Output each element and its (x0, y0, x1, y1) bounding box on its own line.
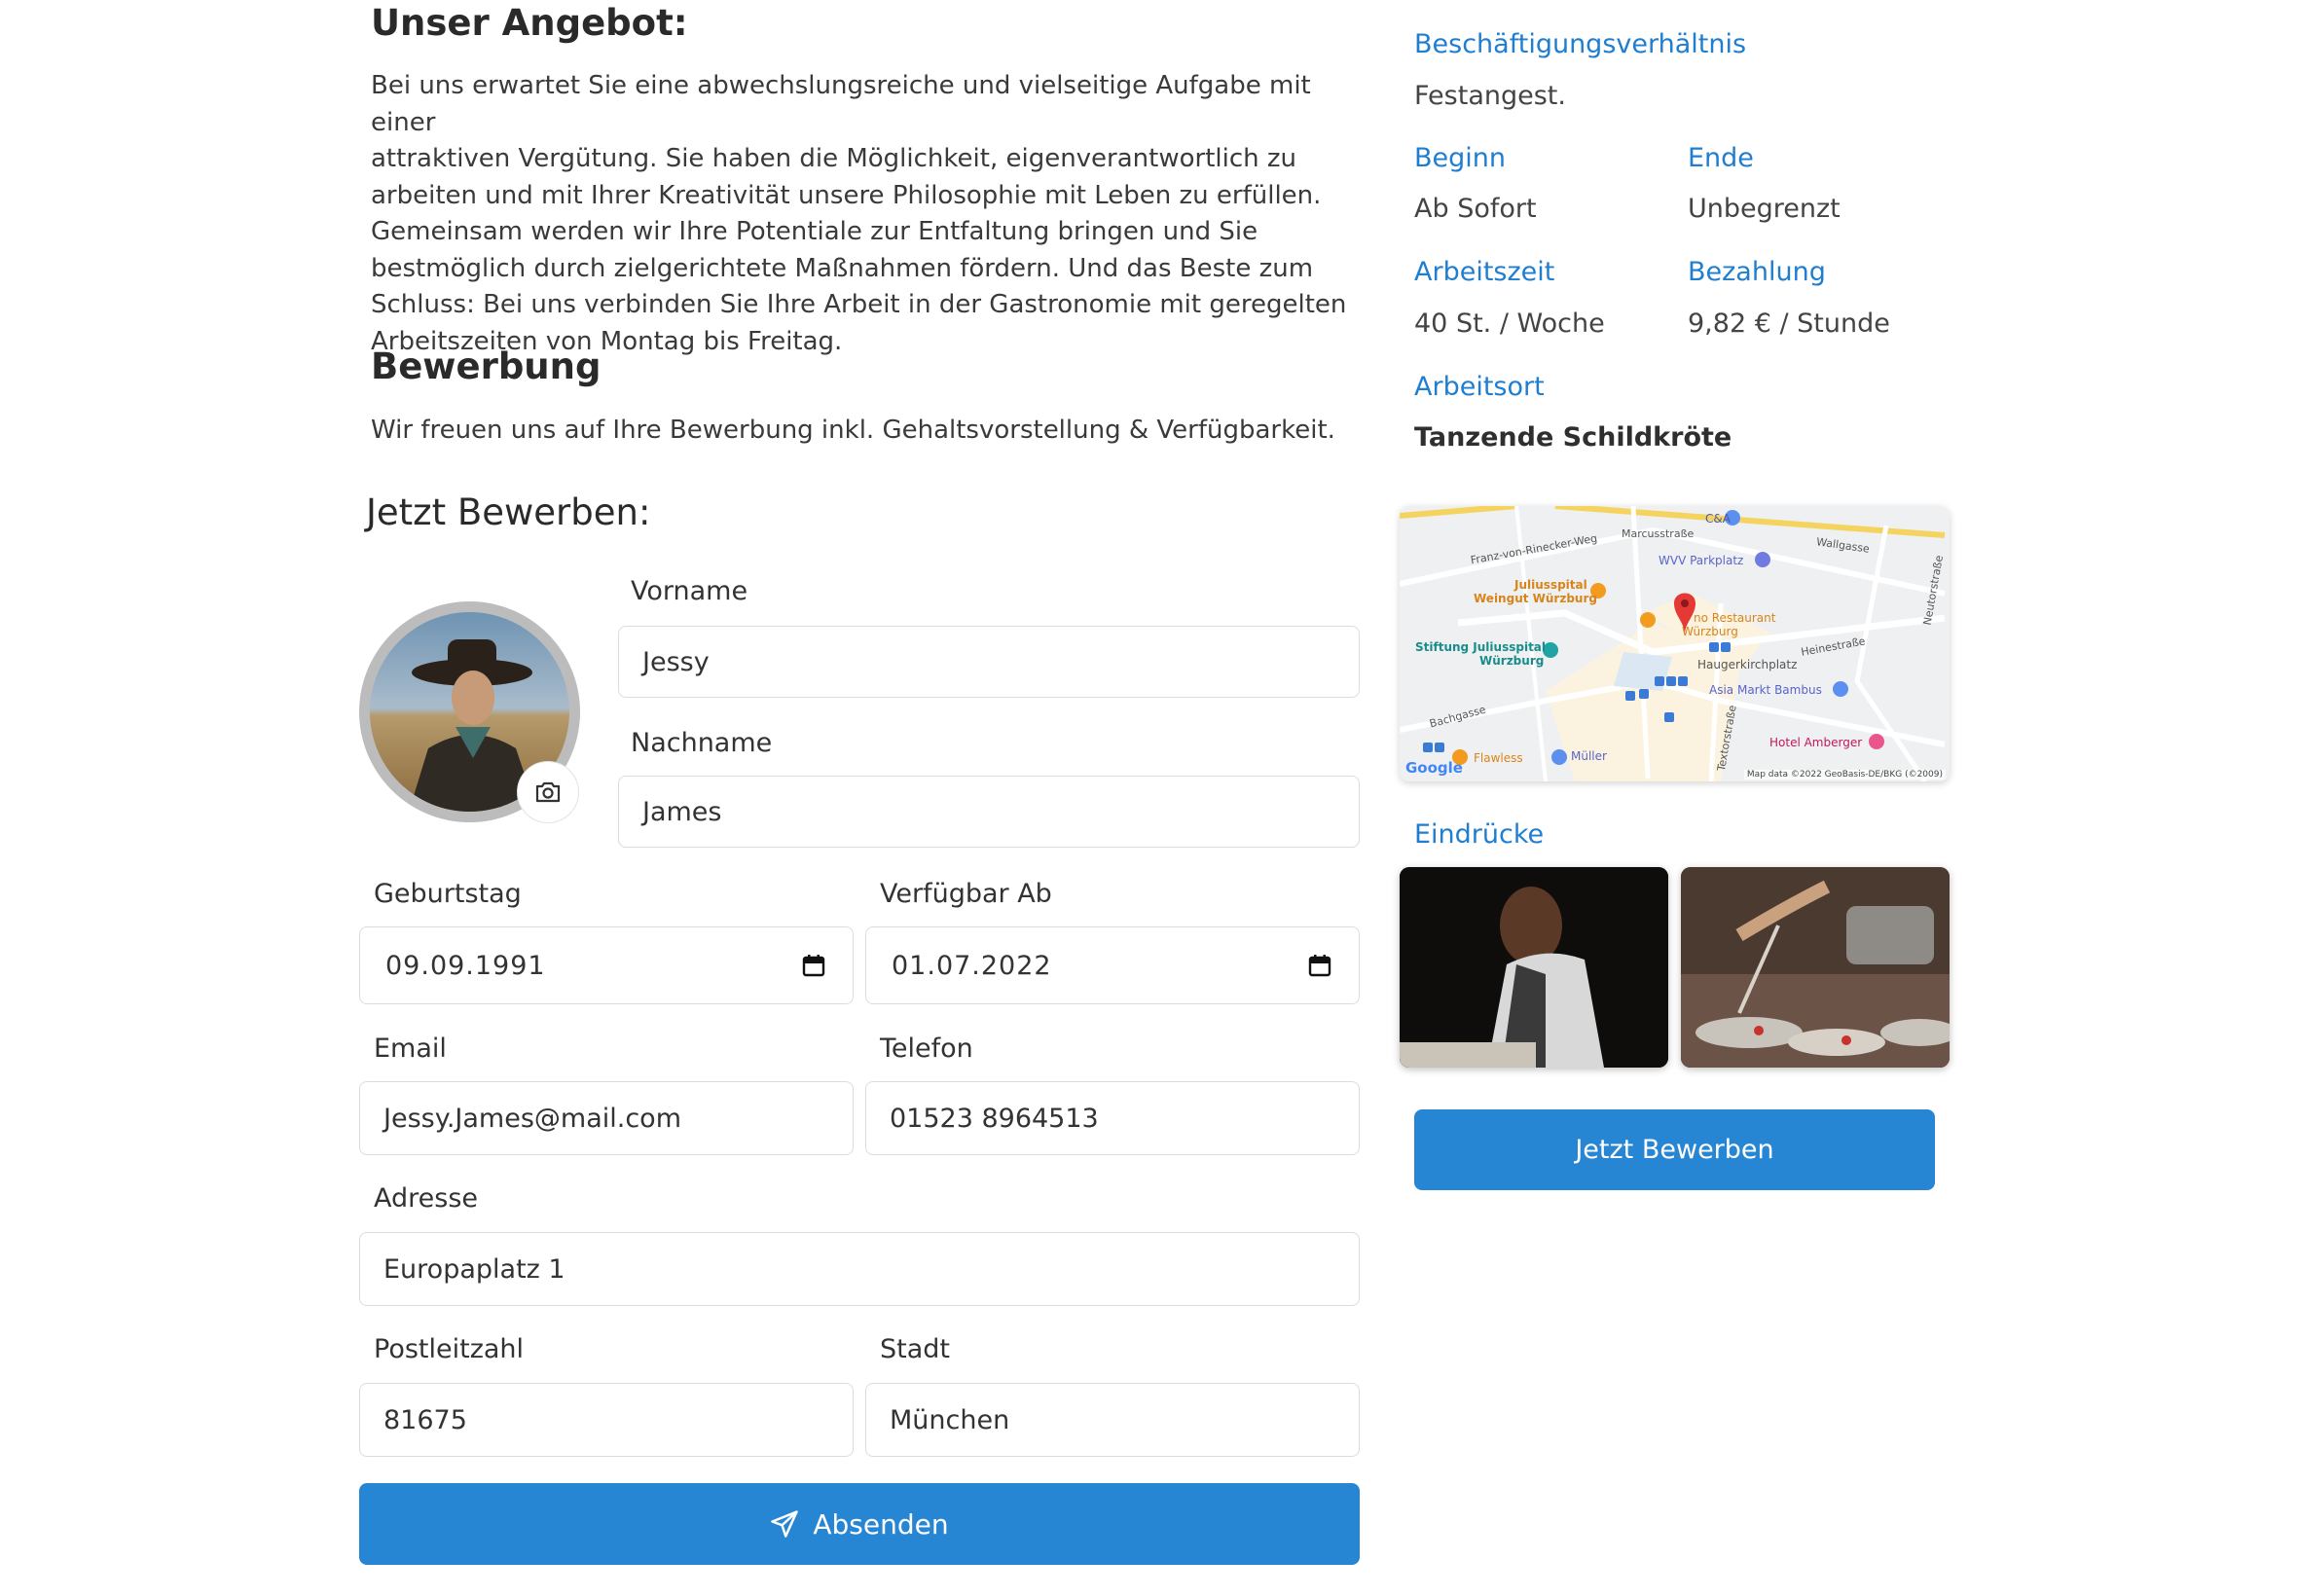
available-from-value: 01.07.2022 (892, 950, 1052, 981)
pay-value: 9,82 € / Stunde (1688, 308, 1890, 339)
kitchen-image (1681, 867, 1950, 1068)
submit-label: Absenden (813, 1507, 949, 1541)
email-value: Jessy.James@mail.com (383, 1103, 682, 1134)
offer-line: Gemeinsam werden wir Ihre Potentiale zur… (371, 217, 1258, 246)
offer-line: Schluss: Bei uns verbinden Sie Ihre Arbe… (371, 290, 1347, 319)
map-attribution: Map data ©2022 GeoBasis-DE/BKG (©2009) (1743, 770, 1946, 780)
offer-heading: Unser Angebot: (371, 2, 688, 44)
location-map[interactable]: C&A Marcusstraße Franz-von-Rinecker-Weg … (1400, 506, 1950, 781)
map-label-stiftung-city: Würzburg (1479, 654, 1545, 668)
birthday-value: 09.09.1991 (385, 950, 546, 981)
camera-icon (535, 781, 561, 803)
camera-button[interactable] (517, 761, 579, 823)
calendar-icon[interactable] (1308, 954, 1331, 977)
last-name-input[interactable]: James (618, 776, 1360, 848)
location-value: Tanzende Schildkröte (1414, 422, 1732, 453)
map-label-flawless: Flawless (1474, 751, 1523, 765)
google-logo: Google (1405, 759, 1463, 777)
end-label: Ende (1688, 143, 1754, 173)
form-heading: Jetzt Bewerben: (366, 491, 651, 533)
employment-label: Beschäftigungsverhältnis (1414, 29, 1747, 59)
offer-line: attraktiven Vergütung. Sie haben die Mög… (371, 144, 1297, 173)
impressions-label: Eindrücke (1414, 819, 1545, 850)
first-name-label: Vorname (631, 576, 748, 606)
offer-line: arbeiten und mit Ihrer Kreativität unser… (371, 180, 1322, 210)
map-label-hotel: Hotel Amberger (1769, 736, 1863, 749)
start-value: Ab Sofort (1414, 194, 1537, 224)
pay-label: Bezahlung (1688, 257, 1826, 287)
phone-field[interactable]: 01523 8964513 (865, 1081, 1360, 1155)
zip-value: 81675 (383, 1404, 467, 1435)
map-label-ca: C&A (1705, 512, 1731, 526)
location-label: Arbeitsort (1414, 372, 1545, 402)
map-label-asia: Asia Markt Bambus (1709, 683, 1822, 697)
zip-field[interactable]: 81675 (359, 1383, 854, 1457)
address-field[interactable]: Europaplatz 1 (359, 1232, 1360, 1306)
submit-button[interactable]: Absenden (359, 1483, 1360, 1565)
last-name-label: Nachname (631, 728, 773, 758)
city-label: Stadt (880, 1334, 950, 1364)
map-label-marcus: Marcusstraße (1622, 527, 1695, 540)
calendar-icon[interactable] (802, 954, 825, 977)
birthday-label: Geburtstag (374, 879, 522, 909)
zip-label: Postleitzahl (374, 1334, 525, 1364)
hours-label: Arbeitszeit (1414, 257, 1555, 287)
chef-image (1400, 867, 1668, 1068)
application-heading: Bewerbung (371, 345, 602, 387)
map-label-stiftung: Stiftung Juliusspital (1415, 640, 1547, 654)
start-label: Beginn (1414, 143, 1506, 173)
address-value: Europaplatz 1 (383, 1253, 565, 1285)
phone-value: 01523 8964513 (890, 1103, 1099, 1134)
first-name-value: Jessy (642, 646, 710, 677)
birthday-input[interactable]: 09.09.1991 (359, 926, 854, 1004)
available-from-input[interactable]: 01.07.2022 (865, 926, 1360, 1004)
address-label: Adresse (374, 1183, 478, 1214)
email-field[interactable]: Jessy.James@mail.com (359, 1081, 854, 1155)
apply-button[interactable]: Jetzt Bewerben (1414, 1109, 1935, 1190)
city-field[interactable]: München (865, 1383, 1360, 1457)
offer-line: Bei uns erwartet Sie eine abwechslungsre… (371, 71, 1311, 137)
map-label-weingut: Weingut Würzburg (1474, 592, 1597, 605)
city-value: München (890, 1404, 1010, 1435)
map-label-juliusspital: Juliusspital (1514, 578, 1587, 592)
offer-text: Bei uns erwartet Sie eine abwechslungsre… (371, 68, 1354, 360)
email-label: Email (374, 1034, 447, 1064)
application-text: Wir freuen uns auf Ihre Bewerbung inkl. … (371, 416, 1335, 445)
employment-value: Festangest. (1414, 81, 1566, 111)
map-label-wvv: WVV Parkplatz (1659, 554, 1744, 567)
impression-photo-kitchen[interactable] (1681, 867, 1950, 1068)
last-name-value: James (642, 796, 722, 827)
hours-value: 40 St. / Woche (1414, 308, 1605, 339)
available-from-label: Verfügbar Ab (880, 879, 1052, 909)
map-label-mueller: Müller (1571, 749, 1607, 763)
paper-plane-icon (771, 1510, 799, 1538)
map-label-restaurant-city: Würzburg (1682, 625, 1738, 638)
map-label-restaurant: no Restaurant (1694, 611, 1776, 625)
map-label-haugerkirch: Haugerkirchplatz (1697, 658, 1798, 671)
end-value: Unbegrenzt (1688, 194, 1841, 224)
first-name-input[interactable]: Jessy (618, 626, 1360, 698)
phone-label: Telefon (880, 1034, 973, 1064)
offer-line: bestmöglich durch zielgerichtete Maßnahm… (371, 253, 1314, 283)
impression-photo-chef[interactable] (1400, 867, 1668, 1068)
